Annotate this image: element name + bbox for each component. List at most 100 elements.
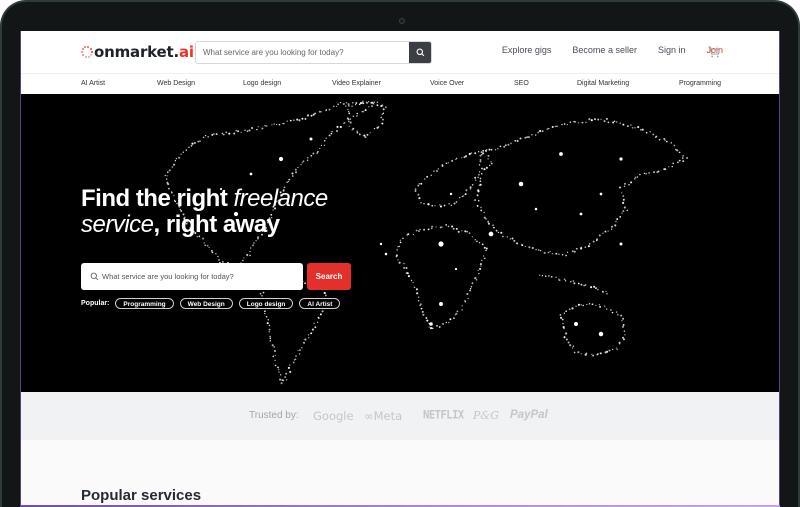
category-web-design[interactable]: Web Design xyxy=(157,80,195,87)
map-dot xyxy=(531,246,534,250)
map-dot xyxy=(573,351,576,354)
map-dot xyxy=(615,311,618,313)
header-search-button[interactable] xyxy=(409,42,431,63)
map-dot xyxy=(539,249,542,252)
map-dot xyxy=(190,144,193,147)
map-dot xyxy=(317,317,320,320)
popular-tag-programming[interactable]: Programming xyxy=(115,298,174,309)
map-dot xyxy=(481,167,483,170)
trusted-label: Trusted by: xyxy=(249,410,299,421)
map-dot xyxy=(419,303,422,306)
map-dot xyxy=(562,322,564,325)
map-dot xyxy=(586,303,588,306)
map-dot xyxy=(558,279,561,282)
map-dot xyxy=(535,248,537,251)
netflix-logo: NETFLIX xyxy=(423,408,464,422)
map-city-dot xyxy=(379,242,383,246)
site-logo[interactable]: on market. ai xyxy=(81,42,194,62)
map-dot xyxy=(412,233,415,236)
map-dot xyxy=(482,149,485,152)
category-voice-over[interactable]: Voice Over xyxy=(430,80,464,87)
map-dot xyxy=(355,102,358,104)
category-seo[interactable]: SEO xyxy=(514,80,529,87)
map-dot xyxy=(382,112,385,115)
map-dot xyxy=(630,181,633,184)
map-dot xyxy=(405,266,408,270)
hero-search-input[interactable] xyxy=(99,272,299,281)
map-dot xyxy=(471,236,474,238)
category-logo-design[interactable]: Logo design xyxy=(243,80,281,87)
map-dot xyxy=(425,317,428,319)
map-dot xyxy=(269,337,272,340)
category-digital-marketing[interactable]: Digital Marketing xyxy=(577,80,629,87)
map-dot xyxy=(422,313,425,316)
map-dot xyxy=(364,109,367,112)
map-dot xyxy=(278,371,280,373)
map-dot xyxy=(521,244,523,246)
map-dot xyxy=(289,119,292,122)
map-dot xyxy=(560,316,563,319)
map-dot xyxy=(298,353,301,355)
map-dot xyxy=(479,263,482,266)
map-dot xyxy=(480,265,482,267)
map-dot xyxy=(681,157,684,159)
map-dot xyxy=(483,246,486,249)
map-dot xyxy=(503,145,506,148)
hero-search-button[interactable]: Search xyxy=(307,263,351,290)
category-ai-artist[interactable]: AI Artist xyxy=(81,80,105,87)
map-dot xyxy=(566,251,569,254)
map-dot xyxy=(658,139,661,141)
map-dot xyxy=(351,105,353,107)
map-dot xyxy=(617,314,619,316)
map-dot xyxy=(475,279,478,281)
map-dot xyxy=(514,139,517,142)
map-dot xyxy=(469,186,472,189)
popular-tag-logo-design[interactable]: Logo design xyxy=(238,298,294,309)
map-dot xyxy=(418,182,421,185)
map-dot xyxy=(362,102,365,105)
nav-explore-gigs[interactable]: Explore gigs xyxy=(502,45,552,55)
map-dot xyxy=(168,169,171,172)
header-nav: Explore gigs Become a seller Sign in Joi… xyxy=(481,45,723,55)
map-dot xyxy=(246,253,249,256)
map-dot xyxy=(555,252,558,255)
map-dot xyxy=(211,133,214,136)
map-dot xyxy=(604,351,607,354)
map-dot xyxy=(349,118,352,120)
map-dot xyxy=(588,302,591,305)
map-dot xyxy=(442,322,445,325)
map-dot xyxy=(577,303,580,306)
nav-sign-in[interactable]: Sign in xyxy=(658,45,686,55)
headline-italic-1: freelance xyxy=(233,185,328,212)
category-programming[interactable]: Programming xyxy=(679,80,721,87)
map-dot xyxy=(676,149,679,152)
map-dot xyxy=(417,184,420,187)
category-video-explainer[interactable]: Video Explainer xyxy=(332,80,381,87)
headline-part-1: Find the right xyxy=(81,185,234,212)
map-dot xyxy=(298,119,301,122)
map-dot xyxy=(478,242,481,244)
map-dot xyxy=(166,175,168,177)
map-dot xyxy=(278,123,281,126)
map-dot xyxy=(233,132,236,135)
map-dot xyxy=(678,159,681,162)
map-dot xyxy=(604,305,606,307)
map-dot xyxy=(535,134,537,136)
map-dot xyxy=(430,327,433,330)
map-dot xyxy=(250,247,252,249)
map-dot xyxy=(248,129,251,132)
map-dot xyxy=(376,104,379,107)
map-dot xyxy=(206,244,209,247)
header-search-input[interactable] xyxy=(196,42,406,63)
map-city-dot xyxy=(579,212,583,216)
map-dot xyxy=(621,212,623,214)
popular-tag-ai-artist[interactable]: AI Artist xyxy=(299,298,341,309)
popular-tag-web-design[interactable]: Web Design xyxy=(179,298,233,309)
cart-icon[interactable] xyxy=(707,45,721,59)
map-city-dot xyxy=(438,241,444,247)
nav-become-seller[interactable]: Become a seller xyxy=(572,45,637,55)
map-dot xyxy=(516,140,519,142)
map-dot xyxy=(604,230,607,233)
map-dot xyxy=(288,178,291,181)
map-dot xyxy=(487,222,490,225)
